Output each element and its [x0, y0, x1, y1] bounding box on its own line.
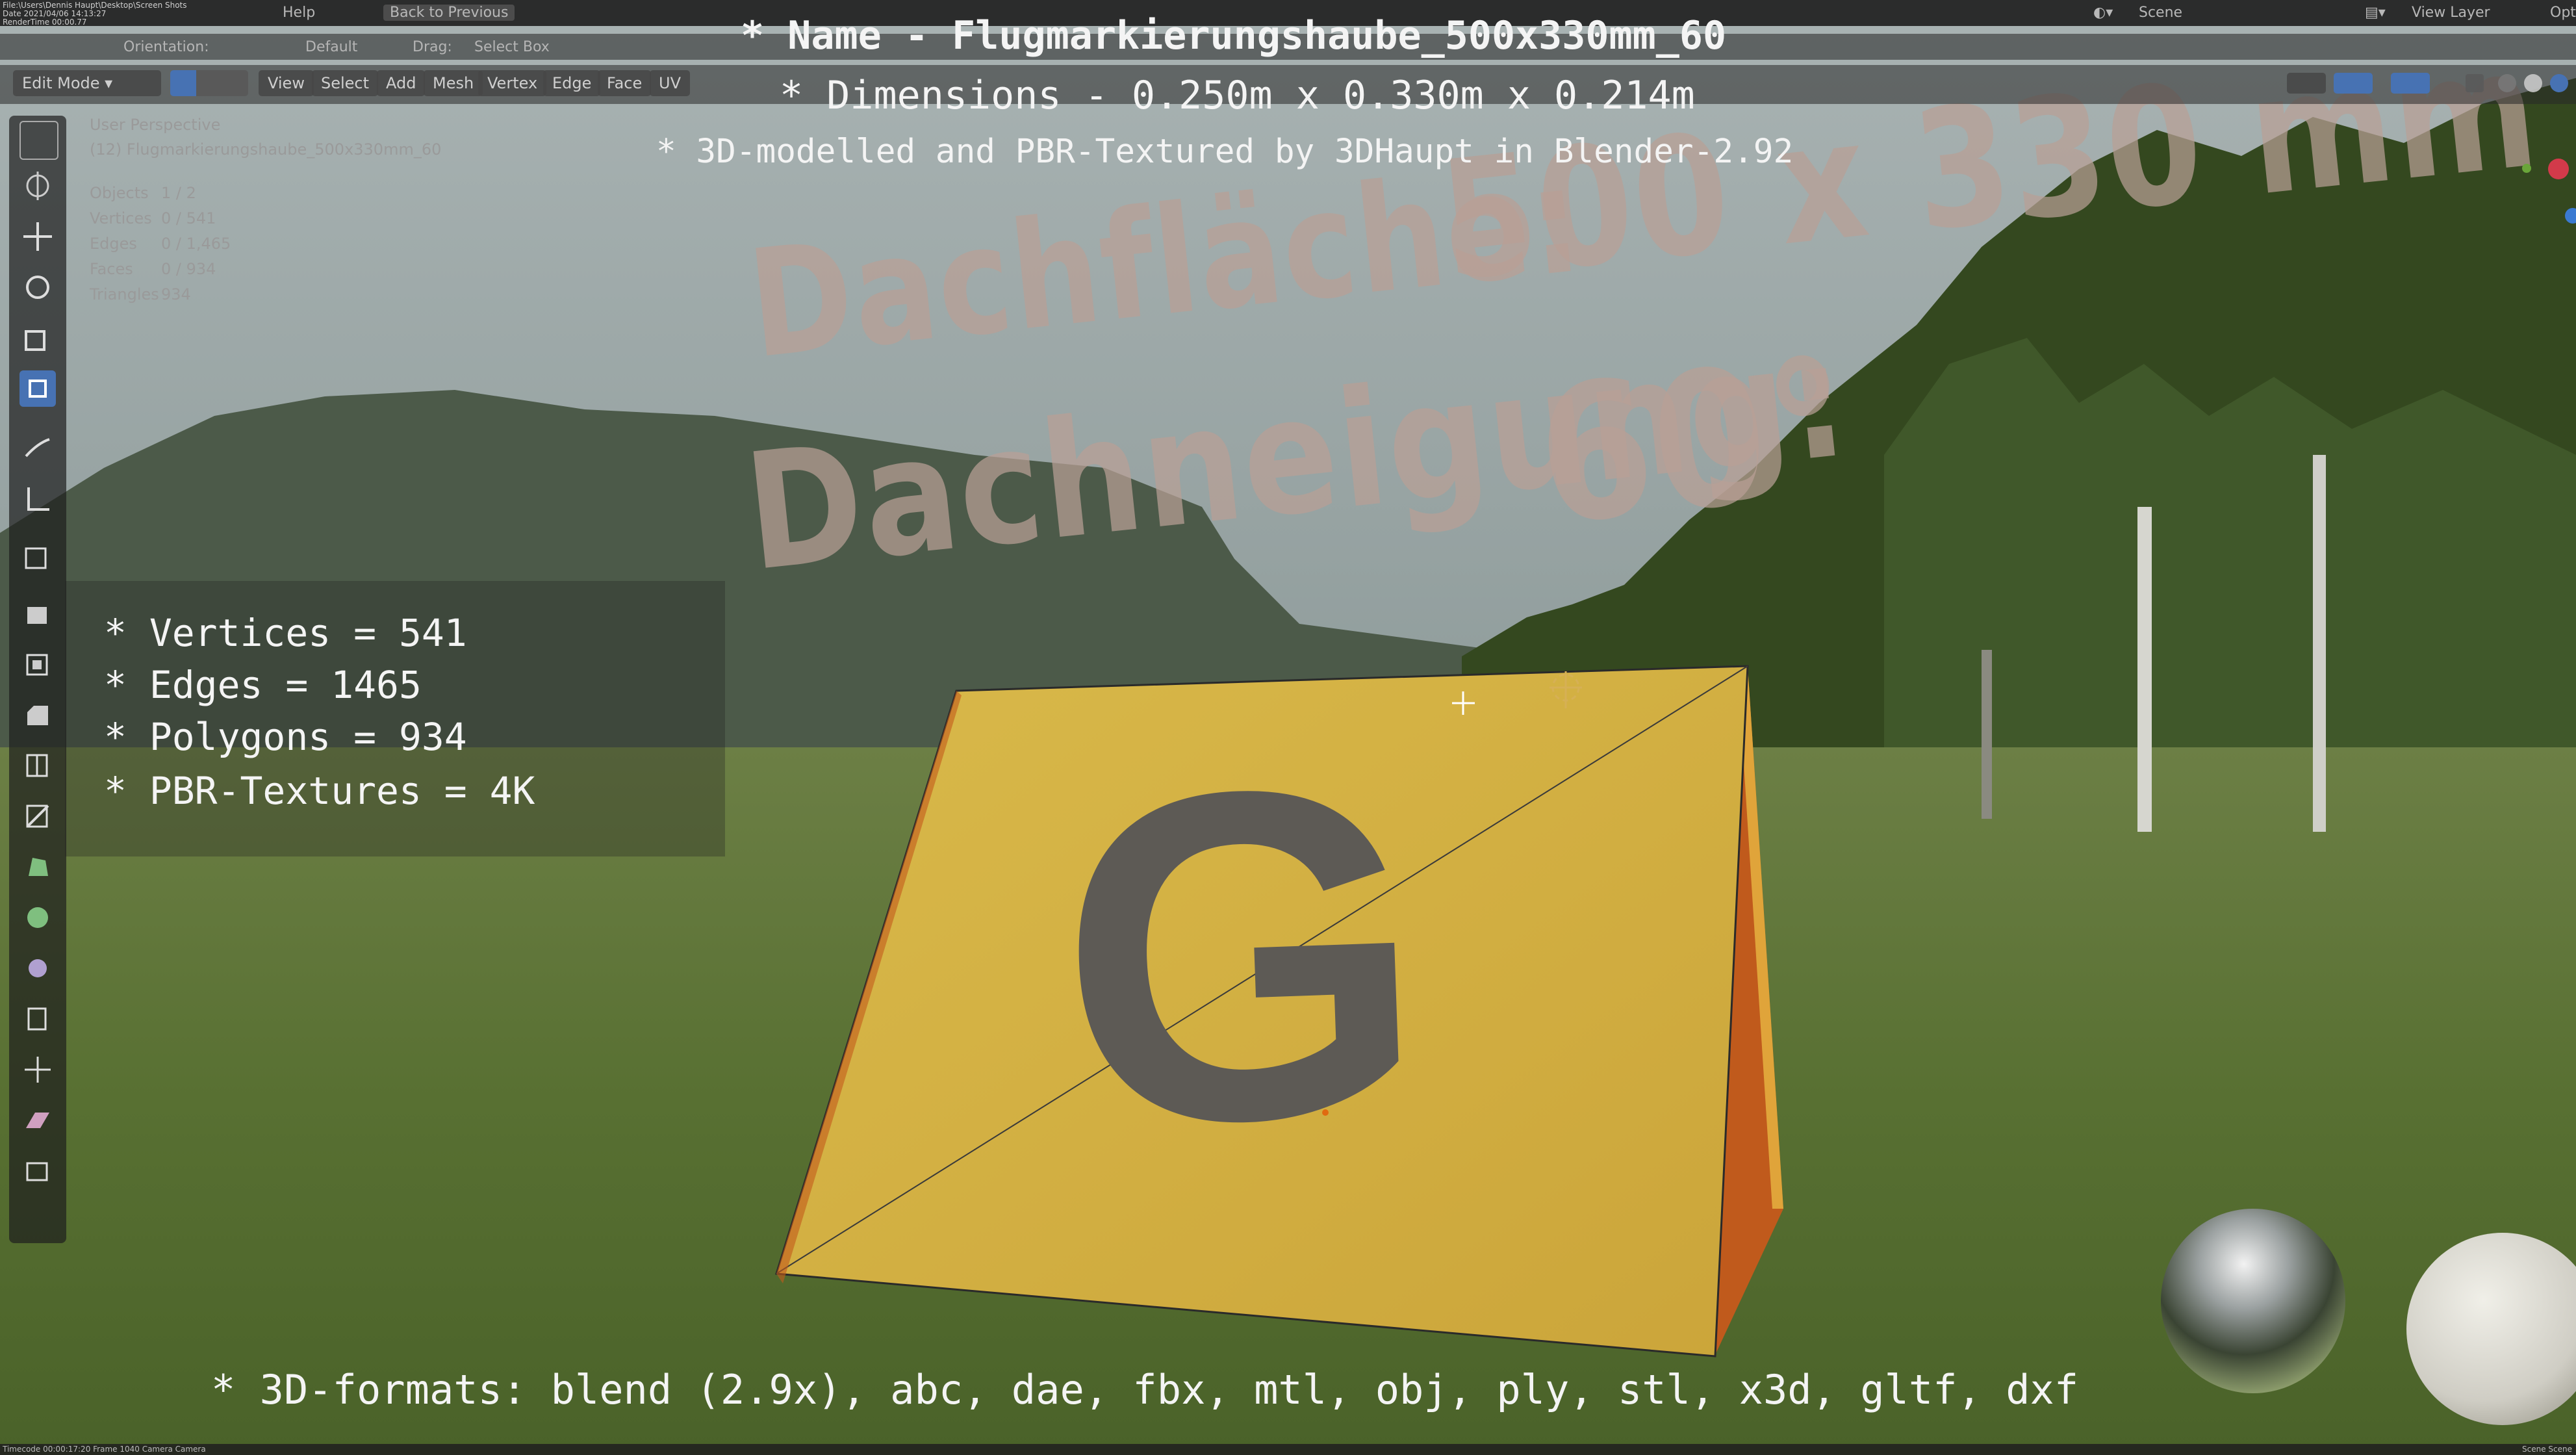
- overlay-vertices: * Vertices = 541: [104, 611, 467, 655]
- overlay-polygons: * Polygons = 934: [104, 715, 467, 759]
- viewport-object-name: (12) Flugmarkierungshaube_500x330mm_60: [90, 140, 442, 159]
- menu-add[interactable]: Add: [377, 70, 426, 96]
- overlay-pbr-textures: * PBR-Textures = 4K: [104, 769, 535, 813]
- gizmo-z-axis-icon[interactable]: [2565, 208, 2576, 224]
- back-to-previous-button[interactable]: Back to Previous: [383, 5, 515, 21]
- render-time: RenderTime 00:00.77: [3, 18, 87, 27]
- edge-slide-tool-icon[interactable]: [19, 1001, 56, 1037]
- stat-row: Faces 0 / 934: [90, 260, 216, 278]
- rotate-tool-icon[interactable]: [19, 269, 56, 305]
- overlay-dimensions-line: * Dimensions - 0.250m x 0.330m x 0.214m: [780, 73, 1695, 118]
- status-timecode: Timecode 00:00:17:20 Frame 1040 Camera C…: [3, 1445, 206, 1454]
- extrude-region-tool-icon[interactable]: [19, 595, 56, 632]
- stat-row: Triangles 934: [90, 285, 191, 303]
- menu-select[interactable]: Select: [312, 70, 379, 96]
- drag-dropdown[interactable]: Select Box: [474, 39, 550, 55]
- smooth-tool-icon[interactable]: [19, 950, 56, 986]
- overlay-credit-line: * 3D-modelled and PBR-Textured by 3DHaup…: [656, 133, 1794, 171]
- poly-build-tool-icon[interactable]: [19, 849, 56, 885]
- orientation-dropdown[interactable]: Default: [305, 39, 357, 55]
- shrink-fatten-tool-icon[interactable]: [19, 1051, 56, 1088]
- marker-letter: G: [1051, 688, 1433, 1224]
- loop-cut-tool-icon[interactable]: [19, 747, 56, 784]
- stat-row: Vertices 0 / 541: [90, 209, 216, 227]
- navigation-gizmo[interactable]: [2508, 104, 2576, 227]
- view-layer-selector[interactable]: View Layer: [2412, 5, 2490, 21]
- overlay-toggle-icon[interactable]: [2391, 73, 2430, 94]
- status-scene: Scene Scene: [2522, 1445, 2572, 1454]
- scene-icon[interactable]: ◐▾: [2093, 5, 2113, 21]
- viewport-statistics: Objects 1 / 2 Vertices 0 / 541 Edges 0 / 1,…: [90, 181, 231, 307]
- viewport-perspective-label: User Perspective: [90, 116, 221, 134]
- drag-label: Drag:: [413, 39, 452, 55]
- orientation-label: Orientation:: [123, 39, 209, 55]
- inset-faces-tool-icon[interactable]: [19, 646, 56, 682]
- transform-tool-icon[interactable]: [19, 370, 56, 407]
- move-tool-icon[interactable]: [19, 218, 56, 255]
- text-dachneigung-value: 60°: [1528, 318, 1861, 567]
- viewport-header-right-icons: [2274, 70, 2573, 96]
- shading-solid-icon[interactable]: [2498, 74, 2516, 92]
- tool-shelf: [9, 116, 66, 1243]
- edge-select-icon[interactable]: [196, 70, 222, 96]
- menu-edge[interactable]: Edge: [543, 70, 601, 96]
- mode-label: Edit Mode: [22, 74, 100, 92]
- select-mode-buttons: [170, 70, 248, 99]
- cursor-tool-icon[interactable]: [19, 168, 56, 204]
- vertex-select-icon[interactable]: [170, 70, 196, 96]
- overlay-edges: * Edges = 1465: [104, 663, 422, 707]
- visibility-icon[interactable]: [2287, 73, 2326, 94]
- date-info: Date 2021/04/06 14:13:27: [3, 9, 107, 18]
- rip-region-tool-icon[interactable]: [19, 1153, 56, 1189]
- select-box-tool-icon[interactable]: [19, 121, 58, 160]
- face-select-icon[interactable]: [222, 70, 248, 96]
- menu-uv[interactable]: UV: [650, 70, 690, 96]
- chrome-ball: [2161, 1209, 2345, 1393]
- options-partial[interactable]: Opt: [2550, 5, 2576, 21]
- annotate-tool-icon[interactable]: [19, 430, 56, 467]
- stat-row: Edges 0 / 1,465: [90, 235, 231, 253]
- gizmo-x-axis-icon[interactable]: [2548, 159, 2569, 179]
- xray-icon[interactable]: [2466, 74, 2484, 92]
- overlay-name-line: * Name - Flugmarkierungshaube_500x330mm_…: [741, 13, 1727, 58]
- menu-mesh[interactable]: Mesh: [424, 70, 483, 96]
- menu-help[interactable]: Help: [283, 5, 315, 21]
- gizmo-toggle-icon[interactable]: [2334, 73, 2373, 94]
- stat-row: Objects 1 / 2: [90, 184, 196, 202]
- file-info: File:\Users\Dennis Haupt\Desktop\Screen …: [3, 1, 187, 10]
- menu-face[interactable]: Face: [598, 70, 652, 96]
- mode-selector[interactable]: Edit Mode ▾: [13, 70, 161, 96]
- measure-tool-icon[interactable]: [19, 481, 56, 517]
- spin-tool-icon[interactable]: [19, 899, 56, 936]
- add-cube-tool-icon[interactable]: [19, 538, 56, 574]
- shading-rendered-icon[interactable]: [2550, 74, 2568, 92]
- shear-tool-icon[interactable]: [19, 1102, 56, 1139]
- shading-material-icon[interactable]: [2524, 74, 2542, 92]
- menu-vertex[interactable]: Vertex: [478, 70, 547, 96]
- gizmo-y-axis-icon[interactable]: [2522, 164, 2531, 173]
- status-bar: Timecode 00:00:17:20 Frame 1040 Camera C…: [0, 1444, 2576, 1455]
- bevel-tool-icon[interactable]: [19, 697, 56, 733]
- knife-tool-icon[interactable]: [19, 798, 56, 834]
- scene-selector[interactable]: Scene: [2139, 5, 2182, 21]
- menu-view[interactable]: View: [259, 70, 314, 96]
- overlay-formats-line: * 3D-formats: blend (2.9x), abc, dae, fb…: [211, 1366, 2079, 1413]
- view-layer-icon[interactable]: ▤▾: [2365, 5, 2386, 21]
- scale-tool-icon[interactable]: [19, 320, 56, 356]
